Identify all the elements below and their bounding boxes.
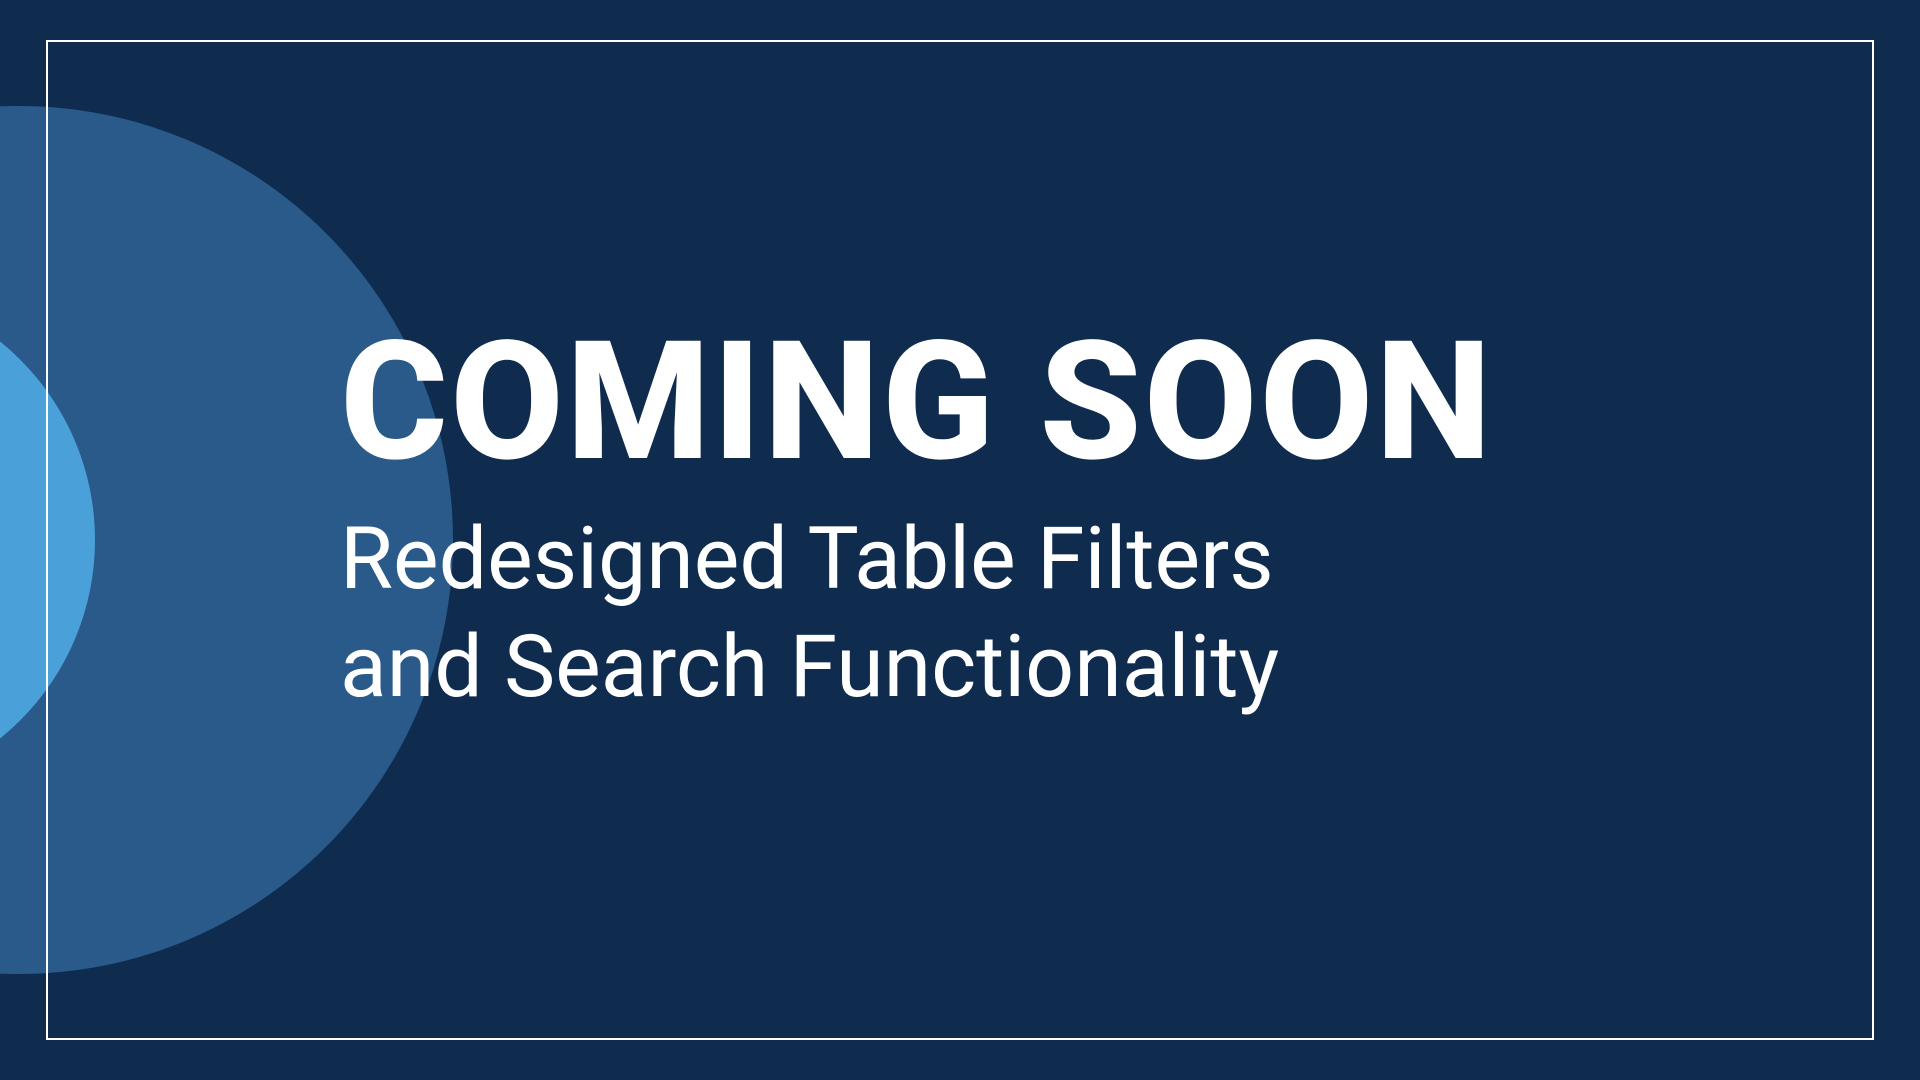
announcement-text-block: COMING SOON Redesigned Table Filters and… xyxy=(340,320,1494,720)
announcement-heading: COMING SOON xyxy=(340,320,1494,485)
announcement-subheading-line2: and Search Functionality xyxy=(340,613,1494,721)
announcement-subheading-line1: Redesigned Table Filters xyxy=(340,505,1494,613)
